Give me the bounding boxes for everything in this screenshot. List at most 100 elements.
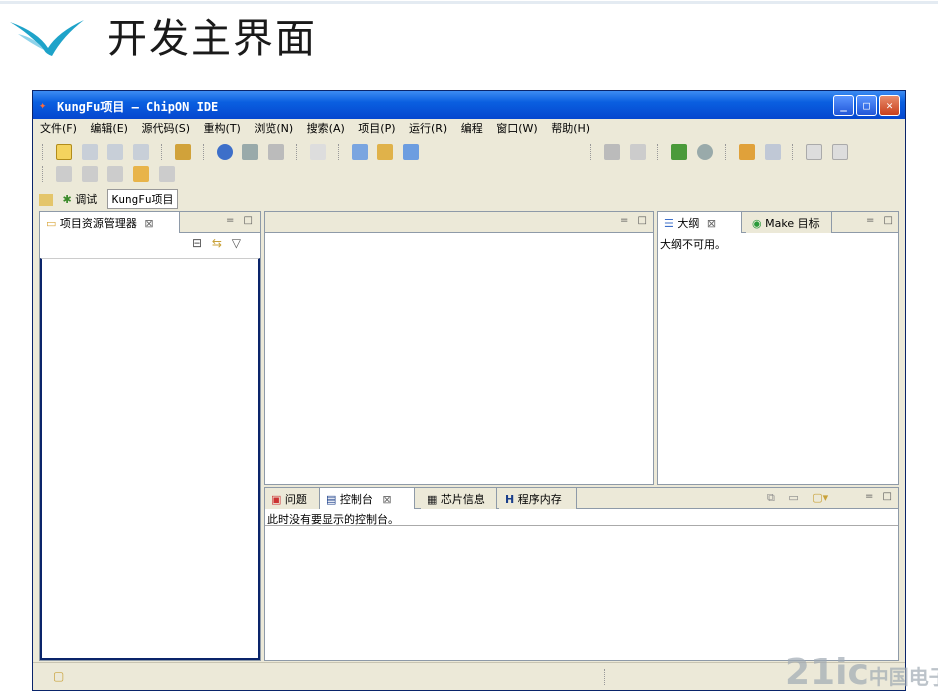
new-folder-icon[interactable] [377,144,394,160]
menu-search[interactable]: 搜索(A) [307,122,345,135]
tab-problems-label: 问题 [284,493,307,506]
pin-console-icon[interactable]: ⧉ [767,491,775,504]
build-icon[interactable] [174,144,191,160]
window-titlebar[interactable]: ✦ KungFu项目 — ChipON IDE _ □ ✕ [33,91,905,119]
new-icon[interactable] [55,144,72,160]
next-annotation-icon[interactable] [55,166,72,182]
toolbar-separator [42,144,44,160]
tab-chip-info[interactable]: ▦ 芯片信息 [421,488,497,509]
tab-project-explorer-label: 项目资源管理器 [59,217,137,230]
chip-icon: ▦ [427,493,438,506]
save-icon[interactable] [81,144,98,160]
minimize-button[interactable]: _ [833,95,854,116]
console-toolbar: ⧉ ▭ ▢▾ [767,491,828,505]
download-icon[interactable] [242,144,259,160]
outline-view: ☰ 大纲 ⊠ ◉ Make 目标 = □ 大纲不可用。 [657,211,899,485]
search-icon[interactable] [216,144,233,160]
header-rule [0,1,938,4]
toolbar-separator [337,144,340,160]
toolbar-separator [42,166,44,182]
console-header: ▣ 问题 ▤ 控制台 ⊠ ▦ 芯片信息 H 程序内存 ⧉ ▭ ▢▾ = □ [265,488,898,509]
back-icon[interactable] [133,166,150,182]
close-icon[interactable]: ⊠ [144,217,153,230]
menu-navigate[interactable]: 浏览(N) [254,122,293,135]
console-minmax[interactable]: = □ [865,491,895,502]
open-console-icon[interactable]: ▢▾ [812,491,828,504]
maximize-button[interactable]: □ [856,95,877,116]
toolbar-separator [590,144,592,160]
tools-icon[interactable] [603,144,620,160]
tab-project-explorer[interactable]: ▭ 项目资源管理器 ⊠ [40,212,180,233]
close-icon[interactable]: ⊠ [382,493,391,506]
perspective-icon[interactable] [39,194,53,206]
perspective-bar: ✱ 调试 KungFu项目 [39,189,179,209]
console-view: ▣ 问题 ▤ 控制台 ⊠ ▦ 芯片信息 H 程序内存 ⧉ ▭ ▢▾ = □ 此时… [264,487,899,661]
program-icon[interactable] [764,144,781,160]
menu-refactor[interactable]: 重构(T) [204,122,241,135]
last-edit-icon[interactable] [107,166,124,182]
toolbar-separator [161,144,163,160]
print-icon[interactable] [133,144,150,160]
undo-icon[interactable] [268,144,285,160]
collapse-all-icon[interactable]: ⊟ [192,236,202,250]
close-button[interactable]: ✕ [879,95,900,116]
link-editor-icon[interactable]: ⇆ [212,236,222,250]
prev-annotation-icon[interactable] [81,166,98,182]
problems-icon: ▣ [271,493,282,506]
view-minmax[interactable]: = □ [226,215,256,226]
app-icon: ✦ [39,98,47,112]
watermark-main: 21ic [785,652,869,693]
new-c-file-icon[interactable] [403,144,420,160]
status-separator [604,669,605,685]
editor-header: = □ [265,212,653,233]
menu-program[interactable]: 编程 [461,122,483,135]
view-menu-icon[interactable]: ▽ [232,236,241,250]
run-icon[interactable] [697,144,714,160]
menu-bar: 文件(F) 编辑(E) 源代码(S) 重构(T) 浏览(N) 搜索(A) 项目(… [35,120,595,138]
tab-problems[interactable]: ▣ 问题 [265,488,319,509]
perspective-debug[interactable]: 调试 [75,193,97,206]
main-toolbar [37,142,422,164]
toggle-mark-icon[interactable] [806,144,823,160]
toolbar-separator [296,144,298,160]
folder-icon: ▭ [46,217,57,230]
menu-run[interactable]: 运行(R) [409,122,447,135]
slide-title: 开发主界面 [107,16,317,62]
menu-source[interactable]: 源代码(S) [141,122,190,135]
perspective-project[interactable]: KungFu项目 [106,189,179,209]
debug-icon[interactable] [671,144,688,160]
external-tools-icon[interactable] [738,144,755,160]
ide-window: ✦ KungFu项目 — ChipON IDE _ □ ✕ 文件(F) 编辑(E… [32,90,906,691]
nav-toolbar [37,164,178,186]
outline-minmax[interactable]: = □ [866,215,896,226]
toolbar-separator [657,144,659,160]
refresh-icon[interactable] [629,144,646,160]
menu-help[interactable]: 帮助(H) [551,122,590,135]
toolbar-separator [202,144,205,160]
save-all-icon[interactable] [107,144,124,160]
logo-swallow-icon [10,20,84,56]
tab-console[interactable]: ▤ 控制台 ⊠ [319,488,415,509]
new-project-icon[interactable] [351,144,368,160]
editor-minmax[interactable]: = □ [620,215,650,226]
project-explorer-header: ▭ 项目资源管理器 ⊠ = □ [40,212,260,233]
toolbar-separator [792,144,794,160]
tab-outline[interactable]: ☰ 大纲 ⊠ [658,212,742,233]
tab-program-memory[interactable]: H 程序内存 [499,488,577,509]
right-toolbar [585,142,851,164]
menu-edit[interactable]: 编辑(E) [90,122,128,135]
fast-view-icon[interactable]: ▢ [53,669,64,683]
editor-area: = □ [264,211,654,485]
menu-window[interactable]: 窗口(W) [496,122,537,135]
tab-make-targets-label: Make 目标 [765,217,820,230]
tab-program-memory-label: 程序内存 [517,493,562,506]
close-icon[interactable]: ⊠ [707,217,716,230]
forward-icon[interactable] [159,166,176,182]
tab-outline-label: 大纲 [677,217,700,230]
show-whitespace-icon[interactable] [832,144,849,160]
tab-make-targets[interactable]: ◉ Make 目标 [746,212,832,233]
menu-file[interactable]: 文件(F) [40,122,77,135]
menu-project[interactable]: 项目(P) [358,122,395,135]
display-console-icon[interactable]: ▭ [788,491,798,504]
format-icon[interactable] [309,144,326,160]
